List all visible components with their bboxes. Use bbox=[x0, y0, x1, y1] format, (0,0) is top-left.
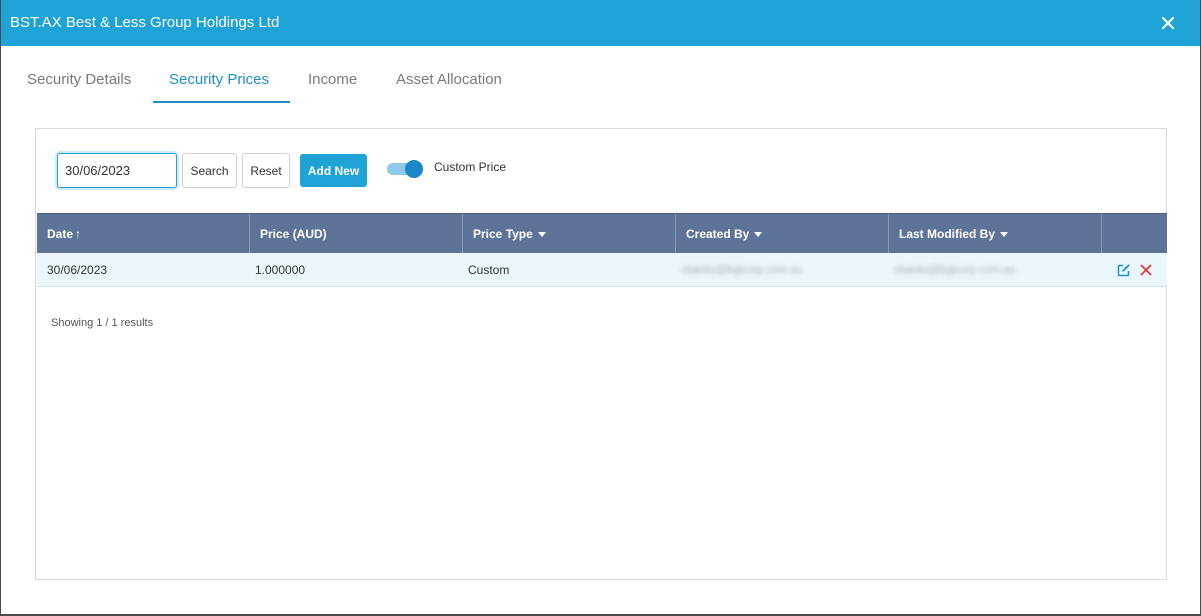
tab-security-prices[interactable]: Security Prices bbox=[169, 68, 269, 104]
column-label-last-modified-by: Last Modified By bbox=[899, 227, 996, 241]
cell-price: 1.000000 bbox=[255, 263, 306, 277]
custom-price-toggle[interactable] bbox=[387, 160, 425, 178]
tab-asset-allocation[interactable]: Asset Allocation bbox=[396, 68, 502, 104]
cell-created-by: cbanks@bglcorp.com.au bbox=[681, 264, 803, 276]
chevron-down-icon bbox=[537, 232, 546, 238]
column-header-date[interactable]: Date ↑ bbox=[37, 214, 250, 254]
column-header-last-modified-by[interactable]: Last Modified By bbox=[889, 214, 1102, 254]
column-header-price-type[interactable]: Price Type bbox=[463, 214, 676, 254]
sort-ascending-icon: ↑ bbox=[75, 227, 82, 241]
row-actions bbox=[1117, 253, 1153, 287]
edit-icon[interactable] bbox=[1117, 263, 1131, 277]
chevron-down-icon bbox=[1000, 232, 1009, 238]
grid-header: Date ↑ Price (AUD) Price Type Created By … bbox=[37, 213, 1167, 254]
column-header-actions bbox=[1102, 214, 1167, 254]
column-label-price: Price (AUD) bbox=[260, 227, 327, 241]
column-label-price-type: Price Type bbox=[473, 227, 533, 241]
date-input[interactable] bbox=[57, 153, 177, 188]
column-header-created-by[interactable]: Created By bbox=[676, 214, 889, 254]
tab-security-details[interactable]: Security Details bbox=[27, 68, 131, 104]
column-label-created-by: Created By bbox=[686, 227, 750, 241]
toggle-knob bbox=[405, 160, 423, 178]
security-prices-panel: Search Reset Add New Custom Price Date↑ … bbox=[35, 128, 1167, 580]
search-button[interactable]: Search bbox=[182, 153, 237, 188]
close-icon[interactable] bbox=[1158, 13, 1178, 33]
tab-income[interactable]: Income bbox=[308, 68, 357, 104]
modal-header: BST.AX Best & Less Group Holdings Ltd bbox=[1, 0, 1200, 46]
delete-icon[interactable] bbox=[1139, 263, 1153, 277]
tab-bar: Security Details Security Prices Income … bbox=[1, 58, 1200, 104]
custom-price-label: Custom Price bbox=[434, 160, 507, 174]
chevron-down-icon bbox=[754, 232, 763, 238]
reset-button[interactable]: Reset bbox=[242, 153, 290, 188]
column-header-price[interactable]: Price (AUD) bbox=[250, 214, 463, 254]
results-count: Showing 1 / 1 results bbox=[51, 317, 154, 329]
modal-title: BST.AX Best & Less Group Holdings Ltd bbox=[10, 14, 280, 31]
add-new-button[interactable]: Add New bbox=[300, 154, 367, 187]
active-tab-indicator bbox=[153, 101, 290, 103]
column-label-date: Date bbox=[47, 227, 74, 241]
security-modal: BST.AX Best & Less Group Holdings Ltd Se… bbox=[1, 0, 1200, 614]
cell-price-type: Custom bbox=[468, 263, 510, 277]
cell-last-modified-by: cbanks@bglcorp.com.au bbox=[894, 264, 1016, 276]
cell-date: 30/06/2023 bbox=[47, 263, 108, 277]
table-row[interactable]: 30/06/2023 1.000000 Custom cbanks@bglcor… bbox=[37, 253, 1167, 287]
